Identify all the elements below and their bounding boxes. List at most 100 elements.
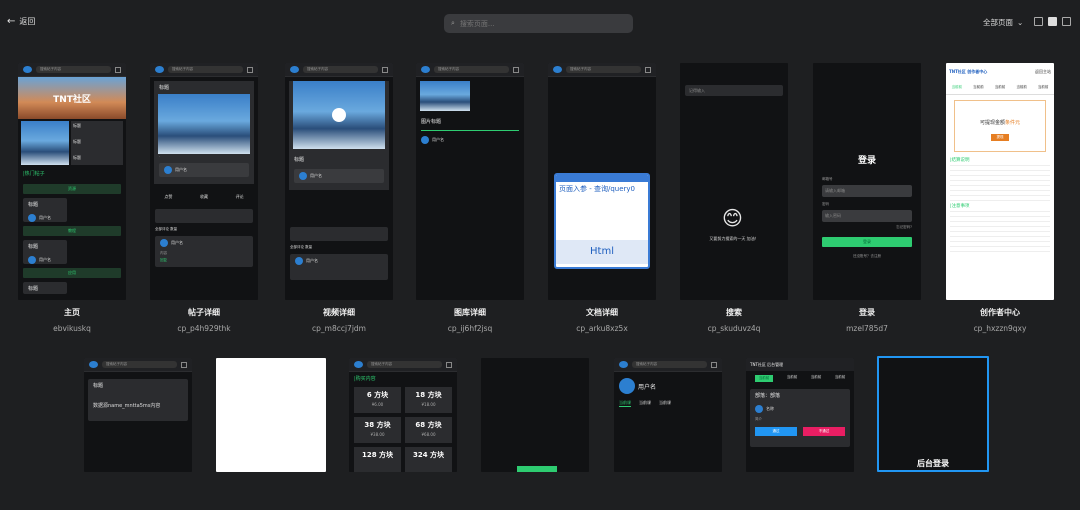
logo-icon xyxy=(290,66,299,73)
price-amount: 324 方块 xyxy=(412,451,445,459)
thumb-text: 标题 xyxy=(73,155,81,160)
page-name: 主页 xyxy=(64,308,80,317)
thumb-header: 搜索帖子内容 xyxy=(18,63,126,77)
admin-tab: 当前前 xyxy=(810,375,822,379)
thumb-text: 元 xyxy=(1015,120,1021,126)
page-thumb-9[interactable]: 搜索帖子内容 标题 数据源name_mntta5ms内容 xyxy=(84,358,192,472)
price-amount: 68 方块 xyxy=(415,421,442,429)
page-thumb-doc-detail[interactable]: 搜索帖子内容 页面入参 - 查询/query0 Html xyxy=(548,63,656,300)
menu-icon xyxy=(711,361,717,368)
page-thumb-creator-center[interactable]: TNT社区 创作者中心 返回主站 当前前 当前前 当前前 当前前 当前前 可提现金额条件… xyxy=(946,63,1054,300)
price-value: ¥38.00 xyxy=(370,432,385,437)
profile-tab: 当前课 xyxy=(639,400,651,405)
tab-resource: 资源 xyxy=(23,184,121,194)
comment-input xyxy=(290,227,388,241)
thumb-text: 数据源name_mntta5ms内容 xyxy=(93,403,161,409)
video-player xyxy=(293,81,385,149)
page-id: ebvikuskq xyxy=(53,324,91,333)
price-amount: 38 方块 xyxy=(364,421,391,429)
play-icon xyxy=(332,108,346,122)
menu-icon xyxy=(513,66,519,73)
page-thumb-search[interactable]: 记得输入 😊 又要努力搜索的一天 加油！ xyxy=(680,63,788,300)
thumb-text: 标题 xyxy=(159,85,170,91)
price-value: ¥68.00 xyxy=(421,432,436,437)
page-thumb-video-detail[interactable]: 搜索帖子内容 标题 用户名 全部评论 数量 用户名 xyxy=(285,63,393,300)
thumb-text: 不通过 xyxy=(803,427,845,436)
menu-icon xyxy=(115,66,121,73)
page-thumb-15-selected[interactable]: 后台登录 xyxy=(877,356,989,472)
thumb-text: 提现 xyxy=(991,134,1009,141)
logo-icon xyxy=(155,66,164,73)
thumb-search: 搜索帖子内容 xyxy=(168,66,243,73)
thumb-text: 用户名 xyxy=(171,240,183,245)
thumb-search: 搜索帖子内容 xyxy=(367,361,442,368)
avatar xyxy=(164,166,172,174)
page-gallery: ← 返回 ⌕ 全部页面 ⌄ 搜索帖子内容 TNT社区 标题 标题 xyxy=(0,0,1080,510)
thumb-image xyxy=(420,81,470,111)
thumb-text: 全部评论 数量 xyxy=(290,245,313,249)
thumb-search: 搜索帖子内容 xyxy=(303,66,378,73)
logo-icon xyxy=(421,66,430,73)
thumb-text: 密码 xyxy=(822,202,829,206)
thumb-image xyxy=(158,94,250,154)
thumb-text: 回复 xyxy=(160,258,167,262)
thumb-text: · xyxy=(159,155,161,159)
thumb-text: 标题 xyxy=(28,202,39,208)
thumb-text: |注意事项 xyxy=(950,204,970,209)
thumb-text: 用户名 xyxy=(175,167,187,172)
thumb-text: 部落：部落 xyxy=(755,393,781,399)
logo-icon xyxy=(619,361,628,368)
thumb-text: 用户名 xyxy=(432,137,444,142)
thumb-text: 登录 xyxy=(857,156,876,166)
doc-preview: 页面入参 - 查询/query0 Html xyxy=(554,173,650,269)
thumb-text: 请输入邮箱 xyxy=(822,185,912,197)
menu-icon xyxy=(247,66,253,73)
page-thumb-11[interactable]: 搜索帖子内容 |购买内容 6 方块 ¥6.00 18 方块 ¥18.00 38 方块 ¥3… xyxy=(349,358,457,472)
price-option: 324 方块 xyxy=(405,447,452,472)
page-thumb-home[interactable]: 搜索帖子内容 TNT社区 标题 标题 标题 |热门帖子 资源 标题 用户名 教程 … xyxy=(18,63,126,300)
thumb-search: 搜索帖子内容 xyxy=(434,66,509,73)
page-thumb-post-detail[interactable]: 搜索帖子内容 标题 · 用户名 点赞 收藏 评论 全部评论 数量 用户名 内容 回复 xyxy=(150,63,258,300)
avatar xyxy=(295,257,303,265)
page-thumb-12[interactable] xyxy=(481,358,589,472)
page-id: cp_skuduvz4q xyxy=(707,324,761,333)
thumb-search: 搜索帖子内容 xyxy=(566,66,641,73)
smile-icon: 😊 xyxy=(722,206,743,230)
logo-icon xyxy=(354,361,363,368)
creator-tab: 当前前 xyxy=(1016,85,1027,89)
doc-html: Html xyxy=(556,240,648,264)
thumb-text: 条件 xyxy=(1004,120,1015,126)
thumb-text: TNT社区 创作者中心 xyxy=(949,69,988,74)
doc-url: 页面入参 - 查询/query0 xyxy=(559,185,635,193)
search-field: 记得输入 xyxy=(685,85,783,96)
avatar xyxy=(299,172,307,180)
thumb-text: 用户名 xyxy=(310,173,322,178)
price-amount: 18 方块 xyxy=(415,391,442,399)
price-value: ¥6.00 xyxy=(371,402,384,407)
page-id: cp_m8ccj7jdm xyxy=(312,324,366,333)
tab-tutorial: 教程 xyxy=(23,226,121,236)
thumb-text: 用户名 xyxy=(638,383,657,391)
thumb-text: 还没账号？去注册 xyxy=(853,254,881,258)
thumb-text: 登录 xyxy=(822,237,912,247)
page-thumb-login[interactable]: 登录 邮箱号 请输入邮箱 密码 输入密码 忘记密码? 登录 还没账号？去注册 xyxy=(813,63,921,300)
page-thumb-10[interactable] xyxy=(216,358,326,472)
thumb-search: 搜索帖子内容 xyxy=(632,361,707,368)
page-name: 图库详细 xyxy=(454,308,486,317)
logo-icon xyxy=(553,66,562,73)
comment-button: 评论 xyxy=(235,194,244,199)
thumb-search: 搜索帖子内容 xyxy=(102,361,177,368)
page-thumb-13[interactable]: 搜索帖子内容 用户名 当前课 当前课 当前课 xyxy=(614,358,722,472)
thumb-text: 用户名 xyxy=(39,257,51,262)
thumb-image xyxy=(21,121,69,165)
page-thumb-14[interactable]: TNT社区 后台管理 当前前 当前前 当前前 当前前 部落：部落 名称 简介 通过 不… xyxy=(746,358,854,472)
comment-input xyxy=(155,209,253,223)
avatar xyxy=(619,378,635,394)
thumb-text: 邮箱号 xyxy=(822,177,833,181)
price-amount: 128 方块 xyxy=(361,451,394,459)
page-thumb-gallery-detail[interactable]: 搜索帖子内容 图片标题 用户名 xyxy=(416,63,524,300)
thumb-text: TNT社区 后台管理 xyxy=(746,358,854,371)
avatar xyxy=(160,239,168,247)
menu-icon xyxy=(382,66,388,73)
avatar xyxy=(28,256,36,264)
